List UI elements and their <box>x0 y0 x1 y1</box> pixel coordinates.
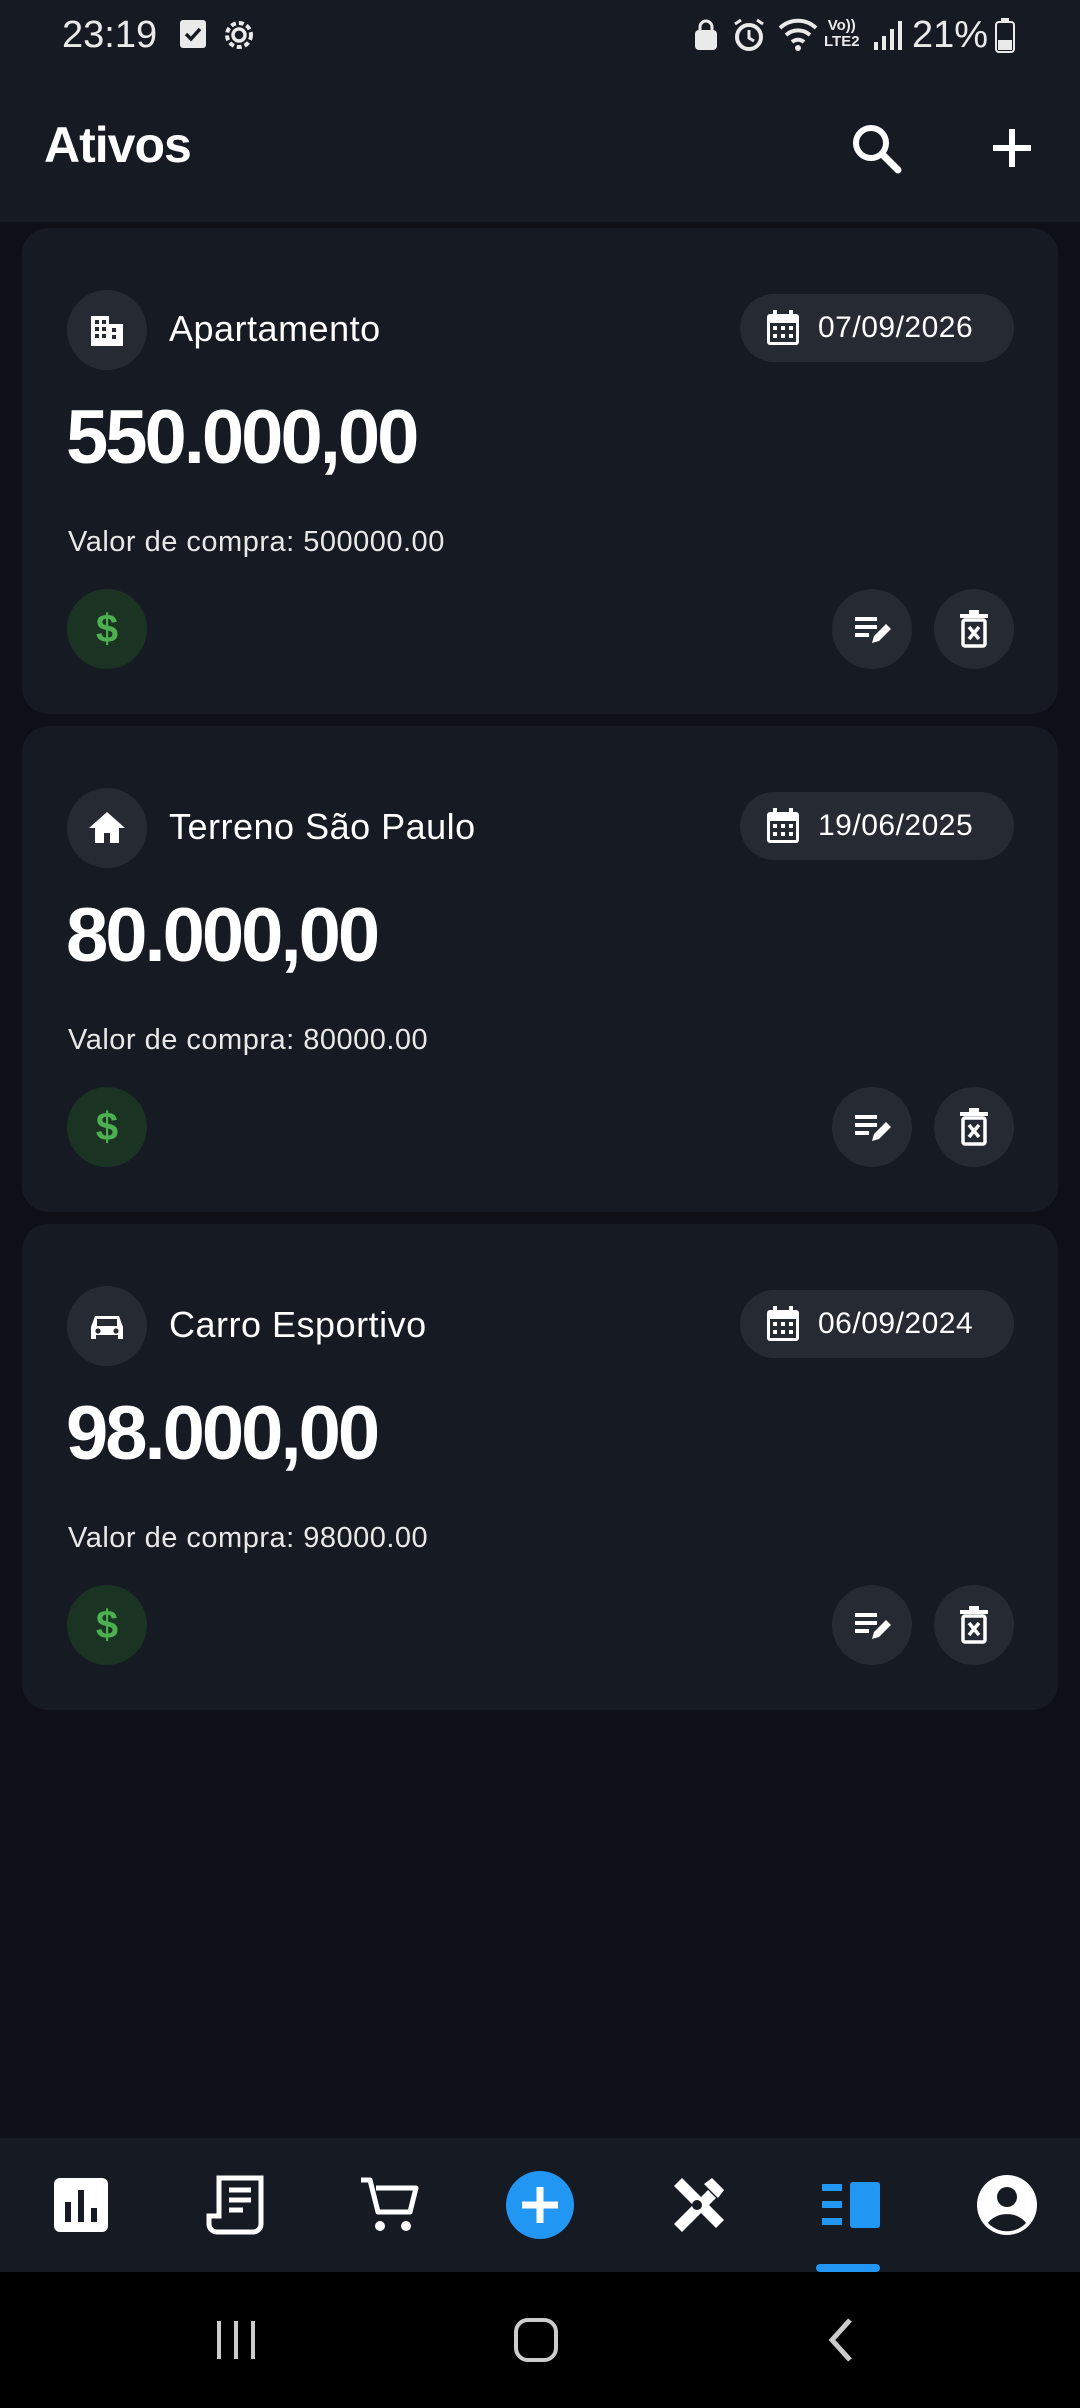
asset-date: 07/09/2026 <box>818 311 974 344</box>
nav-dashboard[interactable] <box>36 2160 126 2250</box>
asset-card[interactable]: Apartamento 07/09/2026 550.000,00 Valor … <box>22 228 1058 714</box>
status-time: 23:19 <box>62 14 158 56</box>
cart-icon <box>361 2177 419 2231</box>
car-icon <box>91 1316 123 1339</box>
signal-icon <box>872 16 904 59</box>
building-icon <box>91 316 123 346</box>
dollar-icon: $ <box>95 606 119 651</box>
alarm-icon <box>730 16 768 59</box>
account-icon <box>977 2175 1037 2235</box>
money-button[interactable]: $ <box>67 1585 147 1665</box>
asset-name: Terreno São Paulo <box>169 806 476 847</box>
purchase-value: Valor de compra: 500000.00 <box>68 526 445 558</box>
date-chip[interactable]: 19/06/2025 <box>740 792 1014 860</box>
add-icon <box>993 129 1031 167</box>
delete-icon <box>960 1606 988 1644</box>
add-circle-icon <box>506 2171 574 2239</box>
calendar-icon <box>767 1306 799 1341</box>
asset-value: 550.000,00 <box>66 395 419 480</box>
nav-assets[interactable] <box>806 2160 896 2250</box>
home-icon <box>89 812 125 843</box>
home-button[interactable] <box>496 2310 576 2370</box>
settings-icon <box>220 16 258 59</box>
asset-name: Apartamento <box>169 308 381 349</box>
back-icon <box>828 2318 852 2362</box>
asset-value: 80.000,00 <box>66 893 380 978</box>
asset-card[interactable]: Carro Esportivo 06/09/2024 98.000,00 Val… <box>22 1224 1058 1710</box>
purchase-value: Valor de compra: 98000.00 <box>68 1522 429 1554</box>
volte-icon: Vo)) LTE2 <box>824 17 860 50</box>
asset-date: 19/06/2025 <box>818 809 974 842</box>
page-title: Ativos <box>44 117 192 173</box>
bottom-nav <box>0 2138 1080 2272</box>
back-button[interactable] <box>800 2310 880 2370</box>
asset-avatar <box>67 788 147 868</box>
asset-value: 98.000,00 <box>66 1391 380 1476</box>
wifi-icon <box>776 16 820 59</box>
asset-avatar <box>67 1286 147 1366</box>
money-button[interactable]: $ <box>67 589 147 669</box>
receipt-icon <box>206 2175 264 2235</box>
recent-apps-button[interactable] <box>196 2310 276 2370</box>
money-button[interactable]: $ <box>67 1087 147 1167</box>
nav-selected-indicator <box>816 2264 880 2272</box>
nav-account[interactable] <box>962 2160 1052 2250</box>
app-bar: Ativos <box>0 72 1080 222</box>
edit-button[interactable] <box>832 1087 912 1167</box>
status-bar: 23:19 Vo)) LTE2 21% <box>0 0 1080 72</box>
asset-card[interactable]: Terreno São Paulo 19/06/2025 80.000,00 V… <box>22 726 1058 1212</box>
edit-note-icon <box>855 1115 891 1141</box>
calendar-icon <box>767 808 799 843</box>
edit-note-icon <box>855 617 891 643</box>
tools-icon <box>674 2178 724 2232</box>
assets-icon <box>822 2182 880 2228</box>
battery-percent: 21% <box>911 14 988 56</box>
asset-date: 06/09/2024 <box>818 1307 974 1340</box>
bar-chart-icon <box>54 2178 108 2232</box>
calendar-icon <box>767 310 799 345</box>
system-nav-bar <box>0 2272 1080 2408</box>
nav-cart[interactable] <box>344 2160 434 2250</box>
delete-icon <box>960 1108 988 1146</box>
search-icon <box>853 125 902 174</box>
edit-button[interactable] <box>832 1585 912 1665</box>
add-button[interactable] <box>972 108 1052 188</box>
delete-button[interactable] <box>934 1585 1014 1665</box>
delete-icon <box>960 610 988 648</box>
dollar-icon: $ <box>95 1104 119 1149</box>
nav-receipts[interactable] <box>190 2160 280 2250</box>
home-nav-icon <box>514 2318 558 2362</box>
asset-avatar <box>67 290 147 370</box>
edit-button[interactable] <box>832 589 912 669</box>
recent-apps-icon <box>217 2321 255 2359</box>
purchase-value: Valor de compra: 80000.00 <box>68 1024 429 1056</box>
dollar-icon: $ <box>95 1602 119 1647</box>
search-button[interactable] <box>836 108 916 188</box>
edit-note-icon <box>855 1613 891 1639</box>
delete-button[interactable] <box>934 1087 1014 1167</box>
checkbox-icon <box>178 16 208 57</box>
date-chip[interactable]: 07/09/2026 <box>740 294 1014 362</box>
nav-tools[interactable] <box>652 2160 742 2250</box>
lock-icon <box>692 16 720 59</box>
nav-add[interactable] <box>495 2160 585 2250</box>
delete-button[interactable] <box>934 589 1014 669</box>
date-chip[interactable]: 06/09/2024 <box>740 1290 1014 1358</box>
battery-icon <box>994 16 1016 59</box>
asset-name: Carro Esportivo <box>169 1304 427 1345</box>
